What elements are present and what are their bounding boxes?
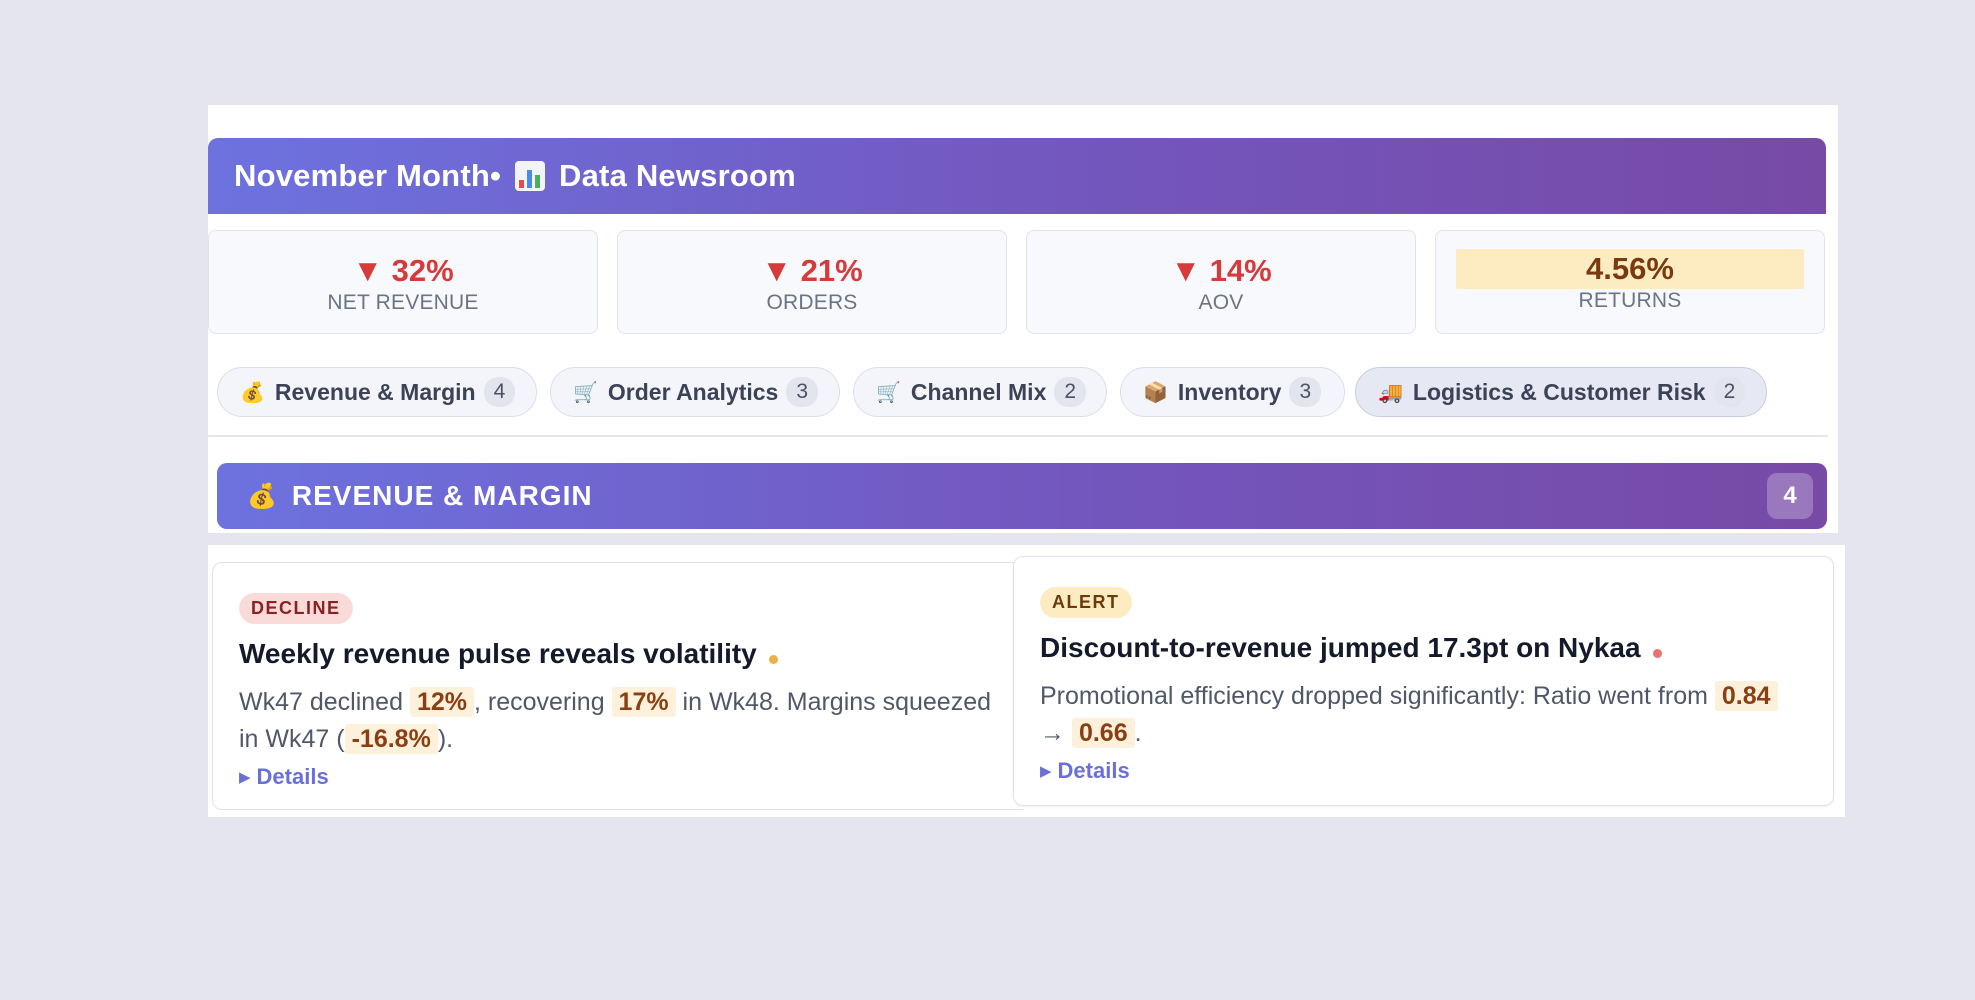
money-bag-icon: 💰	[240, 381, 265, 404]
highlight-value: -16.8%	[344, 724, 438, 754]
kpi-row: ▼ 32% NET REVENUE ▼ 21% ORDERS ▼ 14% AOV…	[208, 230, 1828, 336]
tab-label: Channel Mix	[910, 378, 1047, 405]
insight-card: ALERT Discount-to-revenue jumped 17.3pt …	[1013, 556, 1834, 806]
section-header-revenue-margin: 💰 REVENUE & MARGIN 4	[217, 463, 1827, 529]
kpi-label: AOV	[1198, 291, 1244, 314]
tab-count-badge: 2	[1054, 377, 1087, 407]
section-count-badge: 4	[1767, 473, 1813, 519]
tab-inventory[interactable]: 📦 Inventory 3	[1120, 367, 1345, 417]
card-title: Discount-to-revenue jumped 17.3pt on Nyk…	[1040, 632, 1807, 664]
card-title: Weekly revenue pulse reveals volatility	[239, 638, 998, 670]
package-icon: 📦	[1143, 381, 1168, 404]
category-tabs: 💰 Revenue & Margin 4 🛒 Order Analytics 3…	[217, 367, 1827, 419]
kpi-card-net-revenue: ▼ 32% NET REVENUE	[208, 230, 598, 334]
tab-channel-mix[interactable]: 🛒 Channel Mix 2	[853, 367, 1107, 417]
bar-chart-icon	[515, 161, 546, 191]
insight-card: DECLINE Weekly revenue pulse reveals vol…	[212, 562, 1024, 810]
highlight-value: 0.84	[1714, 681, 1778, 711]
kpi-card-returns: 4.56% RETURNS	[1435, 230, 1825, 334]
tab-count-badge: 3	[1289, 377, 1322, 407]
tab-order-analytics[interactable]: 🛒 Order Analytics 3	[550, 367, 840, 417]
card-body: Promotional efficiency dropped significa…	[1040, 678, 1807, 752]
kpi-card-aov: ▼ 14% AOV	[1026, 230, 1416, 334]
shopping-cart-icon: 🛒	[573, 381, 598, 404]
tab-label: Logistics & Customer Risk	[1412, 378, 1706, 405]
triangle-right-icon: ▶	[239, 769, 251, 786]
kpi-value: ▼ 14%	[1170, 253, 1272, 288]
details-toggle[interactable]: ▶ Details	[239, 764, 998, 790]
severity-dot-icon	[768, 654, 778, 664]
tab-count-badge: 4	[483, 377, 516, 407]
tab-count-badge: 3	[786, 377, 819, 407]
tab-revenue-margin[interactable]: 💰 Revenue & Margin 4	[217, 367, 537, 417]
kpi-value: ▼ 21%	[761, 253, 863, 288]
tab-logistics-customer-risk[interactable]: 🚚 Logistics & Customer Risk 2	[1355, 367, 1767, 417]
kpi-label: ORDERS	[766, 291, 858, 314]
triangle-right-icon: ▶	[1040, 763, 1052, 780]
kpi-label: NET REVENUE	[327, 291, 479, 314]
delivery-truck-icon: 🚚	[1378, 381, 1403, 404]
tab-label: Revenue & Margin	[274, 378, 476, 405]
kpi-value: ▼ 32%	[352, 253, 454, 288]
highlight-value: 0.66	[1071, 718, 1135, 748]
kpi-card-orders: ▼ 21% ORDERS	[617, 230, 1007, 334]
card-body: Wk47 declined 12%, recovering 17% in Wk4…	[239, 687, 992, 754]
status-badge: DECLINE	[239, 593, 353, 624]
details-toggle[interactable]: ▶ Details	[1040, 758, 1807, 784]
severity-dot-icon	[1652, 648, 1662, 658]
shopping-cart-icon: 🛒	[876, 381, 901, 404]
kpi-value: 4.56%	[1456, 249, 1804, 289]
tab-label: Inventory	[1177, 378, 1282, 405]
section-title: REVENUE & MARGIN	[291, 480, 593, 511]
tab-count-badge: 2	[1713, 377, 1746, 407]
kpi-label: RETURNS	[1578, 289, 1682, 312]
tab-label: Order Analytics	[607, 378, 779, 405]
money-bag-icon: 💰	[247, 482, 278, 510]
highlight-value: 17%	[611, 687, 676, 717]
highlight-value: 12%	[409, 687, 474, 717]
newsroom-header: November Month• Data Newsroom	[208, 138, 1826, 214]
page-title: November Month• Data Newsroom	[234, 158, 796, 193]
divider	[208, 435, 1828, 437]
status-badge: ALERT	[1040, 587, 1132, 618]
